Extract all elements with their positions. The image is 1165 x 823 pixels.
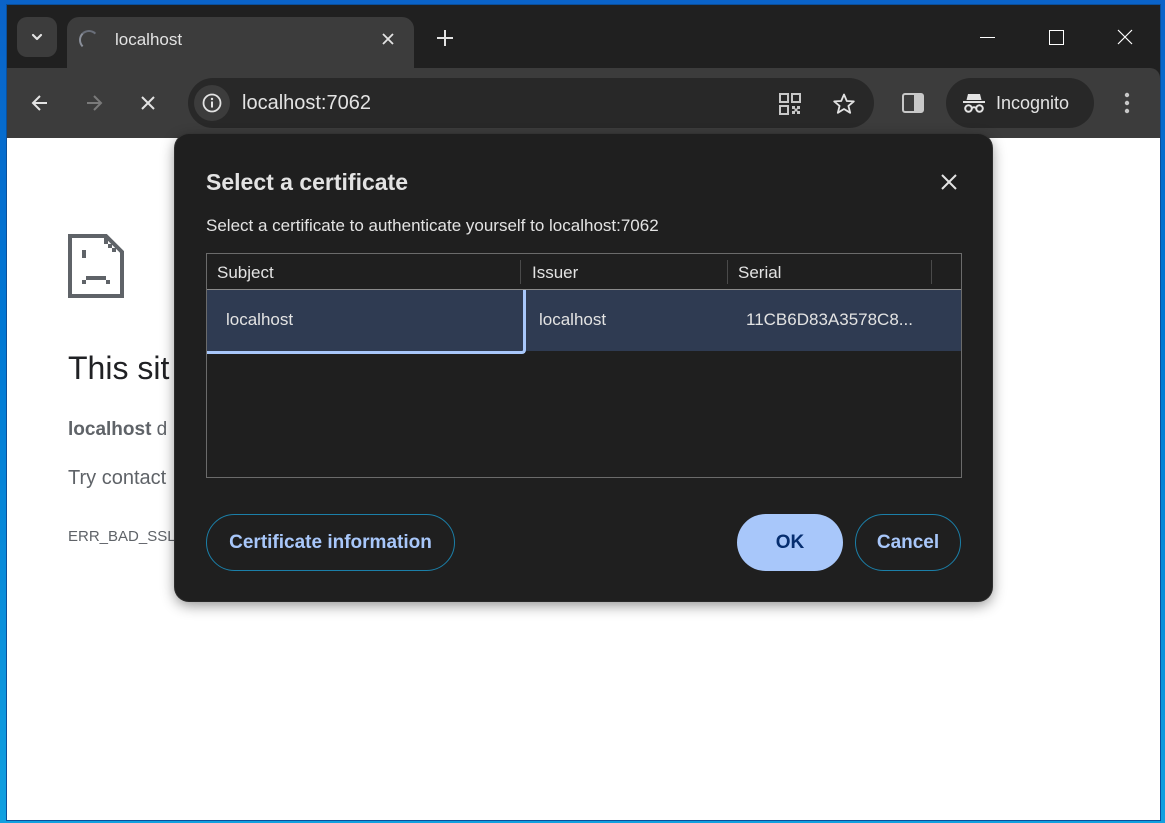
stop-button[interactable] [131, 86, 165, 120]
cell-issuer: localhost [539, 310, 607, 329]
toolbar: localhost:7062 Incognito [7, 68, 1160, 138]
cell-subject: localhost [226, 310, 294, 329]
side-panel-icon [902, 93, 924, 113]
tab-localhost[interactable]: localhost [67, 17, 414, 68]
column-divider[interactable] [931, 260, 932, 284]
incognito-icon [963, 94, 985, 113]
dialog-title: Select a certificate [206, 169, 409, 195]
column-header-subject[interactable]: Subject [217, 263, 274, 283]
certificate-information-button[interactable]: Certificate information [206, 514, 455, 571]
plus-icon [437, 30, 453, 46]
error-description-rest: d [151, 419, 168, 440]
column-header-issuer[interactable]: Issuer [532, 263, 578, 283]
info-icon [202, 93, 222, 113]
profile-label: Incognito [996, 92, 1070, 113]
qr-code-button[interactable] [777, 91, 803, 117]
url-text[interactable]: localhost:7062 [242, 92, 371, 115]
tab-close-button[interactable] [376, 27, 400, 51]
kebab-menu-icon [1124, 92, 1130, 114]
minimize-button[interactable] [964, 19, 1010, 55]
error-host: localhost [68, 419, 152, 440]
tab-search-button[interactable] [17, 17, 57, 57]
cell-serial: 11CB6D83A3578C8... [746, 310, 913, 329]
error-title: This sit [68, 350, 170, 386]
ok-button[interactable]: OK [737, 514, 843, 571]
minimize-icon [979, 36, 995, 38]
arrow-left-icon [31, 95, 47, 111]
loading-spinner-icon [79, 30, 99, 50]
table-row[interactable]: localhost localhost 11CB6D83A3578C8... [207, 290, 961, 354]
menu-button[interactable] [1110, 86, 1144, 120]
side-panel-button[interactable] [896, 86, 930, 120]
close-icon [141, 96, 155, 110]
bookmark-button[interactable] [831, 91, 857, 117]
dialog-description: Select a certificate to authenticate you… [206, 216, 659, 235]
error-suggestion: Try contact [68, 467, 167, 489]
close-icon [382, 33, 394, 45]
sad-page-icon [68, 234, 124, 298]
certificate-table: Subject Issuer Serial localhost localhos… [206, 253, 962, 478]
error-description: localhost d [68, 419, 167, 441]
new-tab-button[interactable] [429, 22, 461, 54]
column-header-serial[interactable]: Serial [738, 263, 781, 283]
arrow-right-icon [87, 95, 103, 111]
tab-title: localhost [115, 30, 183, 49]
site-info-button[interactable] [194, 85, 230, 121]
maximize-icon [1048, 29, 1064, 45]
column-divider[interactable] [727, 260, 728, 284]
column-divider[interactable] [520, 260, 521, 284]
forward-button[interactable] [77, 86, 111, 120]
chevron-down-icon [31, 33, 43, 41]
error-code: ERR_BAD_SSL [68, 528, 176, 545]
window-close-button[interactable] [1102, 19, 1148, 55]
incognito-button[interactable]: Incognito [946, 78, 1094, 128]
cancel-button[interactable]: Cancel [855, 514, 961, 571]
table-header: Subject Issuer Serial [207, 254, 961, 290]
close-icon [941, 174, 957, 190]
back-button[interactable] [23, 86, 57, 120]
qr-code-icon [779, 93, 801, 115]
dialog-close-button[interactable] [934, 167, 964, 197]
maximize-button[interactable] [1033, 19, 1079, 55]
select-certificate-dialog: Select a certificate Select a certificat… [175, 134, 992, 601]
address-bar[interactable]: localhost:7062 [188, 78, 874, 128]
tab-strip: localhost [7, 5, 1160, 68]
close-icon [1117, 29, 1133, 45]
star-icon [833, 93, 855, 114]
